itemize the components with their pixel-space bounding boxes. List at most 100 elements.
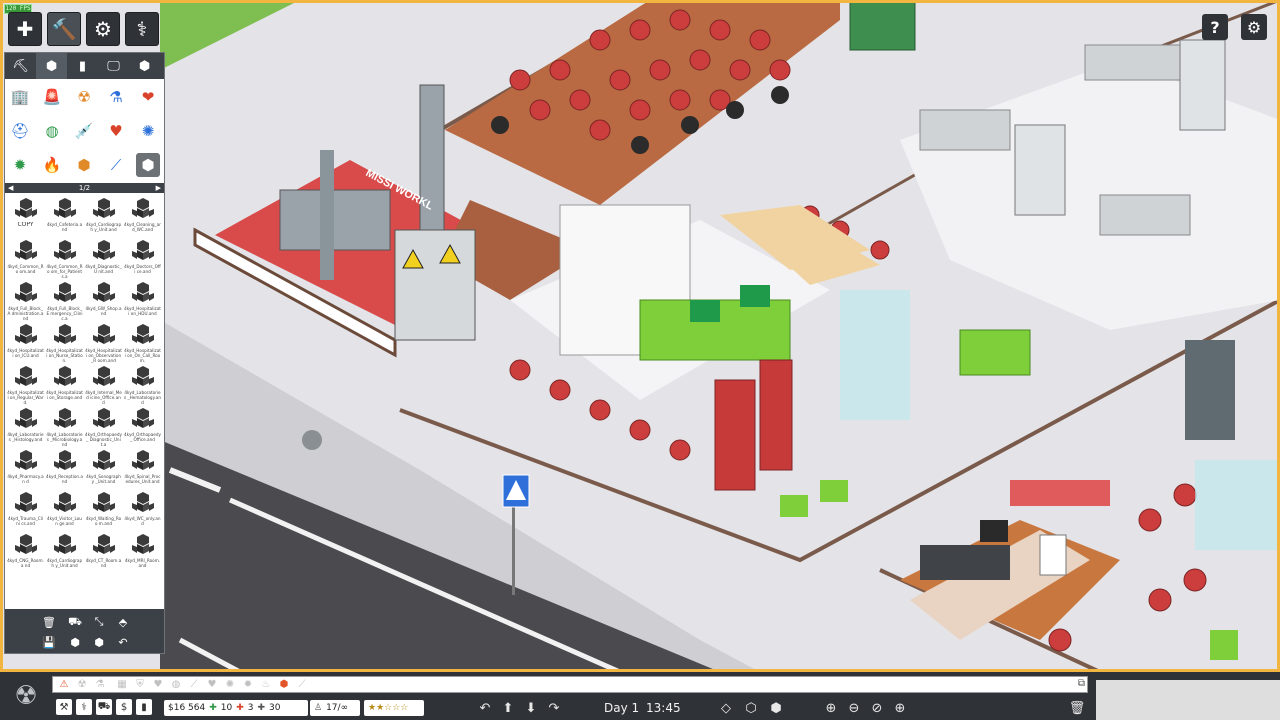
- bandage-icon[interactable]: ⟋: [104, 153, 128, 177]
- shield-icon[interactable]: ⛨: [133, 678, 147, 691]
- walls-up-icon[interactable]: ⬡: [742, 699, 760, 717]
- blueprint-label: 4kyd_Reception.a nd: [46, 474, 83, 484]
- hospital-scene[interactable]: MISSI WORKL: [0, 0, 1280, 672]
- ambulance-icon[interactable]: ⛟: [96, 699, 112, 715]
- stamp-icon[interactable]: ⬘: [113, 613, 133, 631]
- radiation-icon[interactable]: ☢: [72, 85, 96, 109]
- blueprint-label: 4kyd_Waiting_Roo m.and: [85, 516, 122, 526]
- radiation-menu-icon[interactable]: ☢: [8, 678, 44, 714]
- building-icon[interactable]: 🏢: [8, 85, 32, 109]
- floor-up-icon[interactable]: ⬆: [499, 699, 517, 717]
- zoom-reset-icon[interactable]: ⊘: [868, 699, 886, 717]
- blueprint-cube-icon: [14, 534, 37, 554]
- build-button[interactable]: ✚: [8, 12, 42, 46]
- zoom-fit-icon[interactable]: ⊕: [891, 699, 909, 717]
- building-icon[interactable]: ▦: [115, 678, 129, 691]
- heart-icon[interactable]: ♥: [151, 678, 165, 691]
- pager-prev-icon[interactable]: ◀: [8, 183, 13, 193]
- blueprint-cube-icon: [14, 324, 37, 344]
- capacity-pill[interactable]: ♙ 17/∞: [310, 700, 360, 716]
- blueprint-cube-icon: [14, 198, 37, 218]
- floor-down-icon[interactable]: ⬇: [522, 699, 540, 717]
- settings-button[interactable]: ⚙: [1241, 14, 1267, 40]
- rotate-left-icon[interactable]: ↶: [476, 699, 494, 717]
- zoom-in-icon[interactable]: ⊕: [822, 699, 840, 717]
- blueprint-tab-icon[interactable]: ⬢: [129, 53, 160, 79]
- minimap[interactable]: [1096, 680, 1280, 720]
- bandage-icon[interactable]: ⟋: [295, 678, 309, 691]
- monitor-tab-icon[interactable]: 🖵: [98, 53, 129, 79]
- blueprint-cube-icon: [131, 492, 154, 512]
- blueprint-cube-icon: [92, 240, 115, 260]
- cube-icon[interactable]: ⬢: [277, 678, 291, 691]
- blueprint-cube-icon: [14, 408, 37, 428]
- blueprint-item[interactable]: 4kyd_Cardiograph y_Unit.and: [45, 530, 84, 582]
- globe-icon[interactable]: ◍: [40, 119, 64, 143]
- resources-pill[interactable]: $16 564 ✚ 10 ✚ 3 ✚ 30: [164, 700, 308, 716]
- syringe-icon[interactable]: 💉: [72, 119, 96, 143]
- blueprint-label: 4kyd_Doctors_Offi ce.and: [124, 264, 161, 274]
- heartbeat-icon[interactable]: ❤: [136, 85, 160, 109]
- pager-next-icon[interactable]: ▶: [156, 183, 161, 193]
- game-viewport[interactable]: MISSI WORKL: [0, 0, 1280, 672]
- blueprint-item[interactable]: 4kyd_CNG_Room.a nd: [6, 530, 45, 582]
- stats-icon[interactable]: ▮: [136, 699, 152, 715]
- save-icon[interactable]: 💾: [39, 633, 59, 651]
- clock-time: 13:45: [646, 701, 681, 715]
- blueprint-item[interactable]: 4kyd_CT_Room.and: [84, 530, 123, 582]
- zoom-out-icon[interactable]: ⊖: [845, 699, 863, 717]
- blueprint-label: 4kyd_Laboratories _Hematology.and: [124, 390, 161, 405]
- flask-icon[interactable]: ⚗: [93, 678, 107, 691]
- syringe-icon[interactable]: ⟋: [187, 678, 201, 691]
- blueprint-cube-icon: [131, 324, 154, 344]
- blueprint-label: 4kyd_Common_Ro om_for_Patients.a: [46, 264, 83, 279]
- walls-down-icon[interactable]: ⬢: [767, 699, 785, 717]
- blueprint-cube-icon: [92, 198, 115, 218]
- notification-ticker[interactable]: ⚠ ☢ ⚗ ▦ ⛨ ♥ ◍ ⟋ ♥ ✺ ✹ ♨ ⬢ ⟋ ⧉: [52, 676, 1088, 693]
- capacity-value: 17/∞: [326, 703, 349, 713]
- blueprint-label: 4kyd_CT_Room.and: [85, 558, 122, 568]
- trash-icon[interactable]: 🗑: [1068, 699, 1086, 717]
- construction-crane-tab-icon[interactable]: ⛏: [5, 53, 36, 79]
- globe-icon[interactable]: ◍: [169, 678, 183, 691]
- bulldozer-icon[interactable]: ⛟: [65, 613, 85, 631]
- rotate-right-icon[interactable]: ↷: [545, 699, 563, 717]
- finance-icon[interactable]: $: [116, 699, 132, 715]
- person-icon: ♙: [314, 703, 323, 713]
- rating-pill[interactable]: ★★☆☆☆: [364, 700, 424, 716]
- heart-bandage-icon[interactable]: ♥: [205, 678, 219, 691]
- fire-icon[interactable]: ♨: [259, 678, 273, 691]
- staff-manage-icon[interactable]: ⚕: [76, 699, 92, 715]
- hammer-tool-button[interactable]: 🔨: [47, 12, 81, 46]
- help-button[interactable]: ?: [1202, 14, 1228, 40]
- ticker-expand-icon[interactable]: ⧉: [1078, 678, 1085, 689]
- brain-icon[interactable]: ✺: [223, 678, 237, 691]
- virus-icon[interactable]: ✹: [241, 678, 255, 691]
- stethoscope-button[interactable]: ⚕: [125, 12, 159, 46]
- siren-icon[interactable]: ⚠: [57, 678, 71, 691]
- wall-tab-icon[interactable]: ▮: [67, 53, 98, 79]
- delete-icon[interactable]: 🗑: [39, 613, 59, 631]
- policy-icon[interactable]: ⚒: [56, 699, 72, 715]
- nurse-cap-icon[interactable]: ⛑: [8, 119, 32, 143]
- heart-bandage-icon[interactable]: ♥: [104, 119, 128, 143]
- blueprint-item[interactable]: 4kyd_MRI_Room.and: [123, 530, 162, 582]
- blueprint-stack-icon[interactable]: ⬢: [136, 153, 160, 177]
- blueprint-cube-icon: [131, 282, 154, 302]
- resize-icon[interactable]: ⤡: [89, 613, 109, 631]
- radiation-icon[interactable]: ☢: [75, 678, 89, 691]
- blueprint-cube-icon: [53, 240, 76, 260]
- remove-blueprint-icon[interactable]: ⬢: [89, 633, 109, 651]
- brain-icon[interactable]: ✺: [136, 119, 160, 143]
- cube-icon[interactable]: ⬢: [72, 153, 96, 177]
- blueprint-label: 4kyd_Common_Ro om.and: [7, 264, 44, 274]
- object-tab-icon[interactable]: ⬢: [36, 53, 67, 79]
- add-blueprint-icon[interactable]: ⬢: [65, 633, 85, 651]
- siren-icon[interactable]: 🚨: [40, 85, 64, 109]
- fire-icon[interactable]: 🔥: [40, 153, 64, 177]
- virus-icon[interactable]: ✹: [8, 153, 32, 177]
- flask-icon[interactable]: ⚗: [104, 85, 128, 109]
- gears-button[interactable]: ⚙: [86, 12, 120, 46]
- layers-icon[interactable]: ◇: [717, 699, 735, 717]
- undo-icon[interactable]: ↶: [113, 633, 133, 651]
